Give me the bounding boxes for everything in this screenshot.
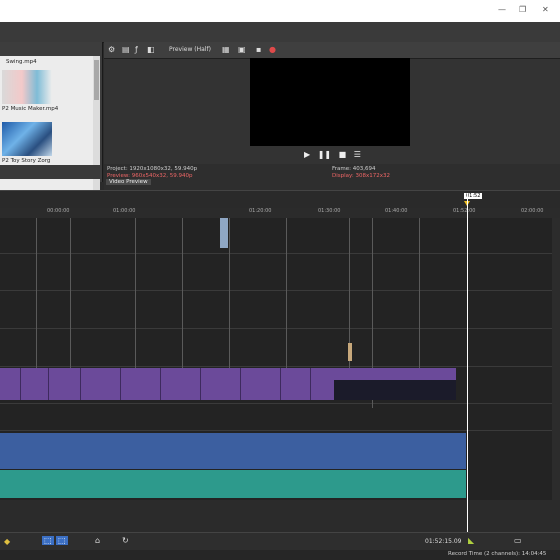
media-thumbnail[interactable] bbox=[2, 122, 52, 156]
copy-icon[interactable]: ▤ bbox=[122, 45, 130, 54]
event-edge bbox=[286, 218, 287, 368]
menu-strip bbox=[0, 22, 560, 43]
timeline-toolbar: ◆ ⬚ ⬚ ⌂ ↻ 01:52:15.09 ◣ ▭ bbox=[0, 532, 560, 551]
timeline-tracks[interactable] bbox=[0, 218, 560, 500]
track-divider bbox=[0, 430, 560, 431]
event-edge bbox=[135, 218, 136, 368]
video-event[interactable] bbox=[348, 343, 352, 361]
audio-track-events[interactable] bbox=[0, 470, 466, 498]
preview-screen bbox=[250, 58, 410, 146]
play-icon[interactable]: ▶ bbox=[304, 150, 310, 159]
ruler-tick: 01:52:00 bbox=[453, 208, 476, 214]
media-footer bbox=[0, 165, 100, 179]
scroll-thumb[interactable] bbox=[94, 60, 99, 100]
display-info: Display: 308x172x32 bbox=[332, 173, 390, 179]
lock-icon[interactable]: ⌂ bbox=[95, 536, 100, 545]
window-title-bar: — ❐ ✕ bbox=[0, 0, 560, 22]
ruler-tick: 01:20:00 bbox=[249, 208, 272, 214]
ruler-tick: 00:00:00 bbox=[47, 208, 70, 214]
preview-quality-dropdown[interactable]: Preview (Half) bbox=[169, 46, 211, 53]
project-media-panel: Swing.mp4 P2 Music Maker.mp4 P2 Toy Stor… bbox=[0, 42, 103, 206]
transport-controls: ▶ ❚❚ ■ ☰ bbox=[304, 150, 361, 159]
close-icon[interactable]: ✕ bbox=[542, 5, 549, 14]
timecode-display: 01:52:15.09 bbox=[425, 538, 462, 545]
gear-icon[interactable]: ⚙ bbox=[108, 45, 115, 54]
preview-info: Project: 1920x1080x32, 59.940p Preview: … bbox=[104, 164, 560, 190]
ruler-tick: 02:00:00 bbox=[521, 208, 544, 214]
track-divider bbox=[0, 403, 560, 404]
frame-info: Frame: 403,694 bbox=[332, 166, 376, 172]
track-divider bbox=[0, 366, 560, 367]
ruler-tick: 01:00:00 bbox=[113, 208, 136, 214]
track-divider bbox=[0, 253, 560, 254]
marker-icon[interactable]: ◆ bbox=[4, 537, 10, 546]
loop-icon[interactable]: ↻ bbox=[122, 536, 129, 545]
playhead[interactable] bbox=[467, 193, 468, 532]
event-edge bbox=[182, 218, 183, 368]
restore-icon[interactable]: ❐ bbox=[519, 5, 526, 14]
grid-icon[interactable]: ▦ bbox=[222, 45, 230, 54]
video-thumbnails[interactable] bbox=[334, 380, 456, 400]
marker-flag-icon[interactable]: ◣ bbox=[468, 536, 474, 545]
record-icon[interactable]: ● bbox=[269, 45, 276, 54]
menu-icon[interactable]: ☰ bbox=[354, 150, 361, 159]
media-thumbnail[interactable] bbox=[2, 70, 52, 104]
event-edge bbox=[70, 218, 71, 368]
ruler-tick: 01:40:00 bbox=[385, 208, 408, 214]
ruler-tick: 01:30:00 bbox=[318, 208, 341, 214]
minimize-icon[interactable]: — bbox=[498, 5, 506, 14]
status-bar: Record Time (2 channels): 14:04:45 bbox=[0, 550, 560, 560]
selection-tool-icon[interactable]: ⬚ bbox=[56, 536, 68, 545]
pause-icon[interactable]: ❚❚ bbox=[318, 150, 331, 159]
video-event[interactable] bbox=[220, 218, 228, 248]
event-edge bbox=[229, 218, 230, 368]
fullscreen-icon[interactable]: ▭ bbox=[514, 536, 522, 545]
save-icon[interactable]: ▪ bbox=[256, 45, 261, 54]
tab-video-preview[interactable]: Video Preview bbox=[106, 179, 151, 185]
media-item-label[interactable]: P2 Toy Story Zorg bbox=[2, 158, 50, 164]
fx-icon[interactable]: ƒ bbox=[135, 45, 138, 54]
stop-icon[interactable]: ■ bbox=[339, 150, 347, 159]
preview-toolbar: ⚙ ▤ ƒ ◧ Preview (Half) ▦ ▣ ▪ ● bbox=[104, 42, 560, 59]
track-divider bbox=[0, 328, 560, 329]
media-scrollbar[interactable] bbox=[93, 56, 100, 206]
overlay-icon[interactable]: ▣ bbox=[238, 45, 246, 54]
event-edge bbox=[36, 218, 37, 368]
track-divider bbox=[0, 290, 560, 291]
split-icon[interactable]: ◧ bbox=[147, 45, 155, 54]
event-edge bbox=[419, 218, 420, 368]
audio-track-waveform[interactable] bbox=[0, 433, 466, 469]
timeline-header: 01:52 bbox=[0, 190, 560, 209]
media-item-label[interactable]: P2 Music Maker.mp4 bbox=[2, 106, 58, 112]
video-preview-panel: ⚙ ▤ ƒ ◧ Preview (Half) ▦ ▣ ▪ ● ▶ ❚❚ ■ ☰ … bbox=[104, 42, 560, 190]
project-info: Project: 1920x1080x32, 59.940p bbox=[107, 166, 198, 172]
timeline-vertical-scrollbar[interactable] bbox=[552, 218, 560, 500]
record-time-status: Record Time (2 channels): 14:04:45 bbox=[448, 551, 547, 557]
normal-edit-tool-icon[interactable]: ⬚ bbox=[42, 536, 54, 545]
media-item-label[interactable]: Swing.mp4 bbox=[6, 59, 37, 65]
